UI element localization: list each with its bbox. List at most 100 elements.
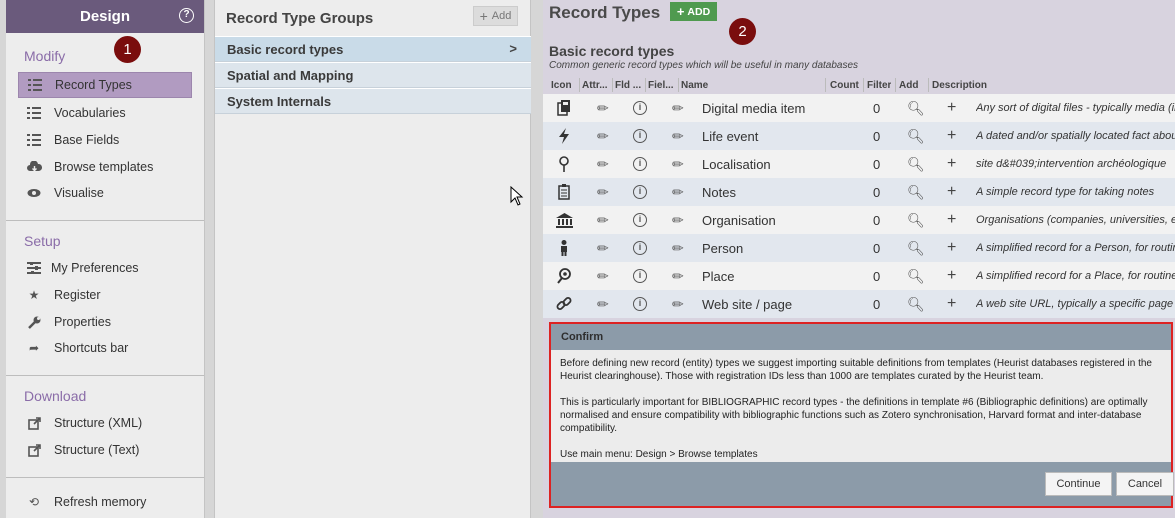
- add-record-type-button[interactable]: + ADD: [670, 2, 717, 21]
- col-header-count[interactable]: Count: [830, 80, 859, 91]
- preferences-icon: [26, 261, 42, 275]
- info-icon[interactable]: i: [633, 94, 647, 122]
- table-row[interactable]: ✏ i ✏ Life event 0 🔍︎ + A dated and/or s…: [543, 122, 1175, 150]
- info-icon[interactable]: i: [633, 234, 647, 262]
- search-icon[interactable]: 🔍︎: [907, 290, 925, 318]
- media-icon: [555, 94, 573, 122]
- add-group-button[interactable]: + Add: [473, 6, 518, 26]
- table-row[interactable]: ✏ i ✏ Digital media item 0 🔍︎ + Any sort…: [543, 94, 1175, 122]
- table-row[interactable]: ✏ i ✏ Notes 0 🔍︎ + A simple record type …: [543, 178, 1175, 206]
- col-header-add[interactable]: Add: [899, 80, 918, 91]
- search-icon[interactable]: 🔍︎: [907, 234, 925, 262]
- table-row[interactable]: ✏ i ✏ Place 0 🔍︎ + A simplified record f…: [543, 262, 1175, 290]
- sidebar-item-my-preferences[interactable]: My Preferences: [18, 255, 192, 281]
- info-icon[interactable]: i: [633, 150, 647, 178]
- search-icon[interactable]: 🔍︎: [907, 122, 925, 150]
- table-row[interactable]: ✏ i ✏ Localisation 0 🔍︎ + site d&#039;in…: [543, 150, 1175, 178]
- info-icon[interactable]: i: [633, 178, 647, 206]
- plus-icon[interactable]: +: [947, 206, 956, 234]
- eye-icon: [26, 186, 42, 200]
- confirm-dialog: Confirm Before defining new record (enti…: [549, 322, 1174, 508]
- col-header-attr[interactable]: Attr...: [582, 80, 614, 91]
- col-header-name[interactable]: Name: [681, 80, 708, 91]
- edit-attributes-icon[interactable]: ✏: [597, 178, 609, 206]
- sidebar-item-shortcuts-bar[interactable]: ➦ Shortcuts bar: [18, 335, 192, 361]
- sidebar-item-browse-templates[interactable]: Browse templates: [18, 154, 192, 180]
- sidebar-item-record-types[interactable]: Record Types: [18, 72, 192, 98]
- record-types-title: Record Types: [549, 3, 661, 22]
- refresh-icon: ⟲: [28, 495, 40, 509]
- sidebar-divider: [6, 477, 204, 478]
- section-download: Download: [24, 388, 87, 404]
- sidebar-item-vocabularies[interactable]: Vocabularies: [18, 100, 192, 126]
- info-icon[interactable]: i: [633, 122, 647, 150]
- wrench-icon: [26, 315, 42, 329]
- plus-icon[interactable]: +: [947, 150, 956, 178]
- col-header-icon[interactable]: Icon: [551, 80, 572, 91]
- edit-fields-icon[interactable]: ✏: [672, 94, 684, 122]
- record-count: 0: [873, 128, 881, 144]
- group-item-system-internals[interactable]: System Internals: [215, 88, 531, 114]
- institution-icon: [555, 206, 573, 234]
- record-type-name: Person: [702, 240, 744, 256]
- edit-fields-icon[interactable]: ✏: [672, 122, 684, 150]
- group-label: System Internals: [227, 93, 332, 109]
- dialog-title: Confirm: [551, 324, 1171, 350]
- plus-icon[interactable]: +: [947, 94, 956, 122]
- sidebar-item-refresh-memory[interactable]: ⟲ Refresh memory: [18, 489, 192, 515]
- plus-icon[interactable]: +: [947, 234, 956, 262]
- table-row[interactable]: ✏ i ✏ Organisation 0 🔍︎ + Organisations …: [543, 206, 1175, 234]
- col-header-filter[interactable]: Filter: [867, 80, 891, 91]
- group-label: Basic record types: [227, 41, 344, 57]
- sidebar-item-structure-xml[interactable]: Structure (XML): [18, 410, 192, 436]
- continue-button[interactable]: Continue: [1045, 472, 1112, 496]
- sidebar-item-structure-text[interactable]: Structure (Text): [18, 437, 192, 463]
- col-header-fields[interactable]: Fiel...: [648, 80, 680, 91]
- edit-attributes-icon[interactable]: ✏: [597, 206, 609, 234]
- search-icon[interactable]: 🔍︎: [907, 206, 925, 234]
- edit-fields-icon[interactable]: ✏: [672, 290, 684, 318]
- edit-fields-icon[interactable]: ✏: [672, 234, 684, 262]
- sidebar-item-label: Structure (Text): [54, 443, 140, 457]
- info-icon[interactable]: i: [633, 290, 647, 318]
- info-icon[interactable]: i: [633, 262, 647, 290]
- edit-fields-icon[interactable]: ✏: [672, 150, 684, 178]
- cancel-button[interactable]: Cancel: [1116, 472, 1174, 496]
- edit-fields-icon[interactable]: ✏: [672, 178, 684, 206]
- edit-fields-icon[interactable]: ✏: [672, 206, 684, 234]
- sidebar-item-properties[interactable]: Properties: [18, 309, 192, 335]
- record-type-groups-panel: Record Type Groups + Add Basic record ty…: [214, 0, 531, 518]
- col-header-description[interactable]: Description: [932, 80, 987, 91]
- group-item-spatial-and-mapping[interactable]: Spatial and Mapping: [215, 62, 531, 88]
- mouse-cursor-icon: [510, 186, 524, 206]
- design-sidebar: Design ? Modify Record Types Vocabularie…: [6, 0, 205, 518]
- star-icon: ★: [28, 288, 40, 302]
- plus-icon[interactable]: +: [947, 290, 956, 318]
- sidebar-item-label: Browse templates: [54, 160, 154, 174]
- edit-attributes-icon[interactable]: ✏: [597, 150, 609, 178]
- search-icon[interactable]: 🔍︎: [907, 178, 925, 206]
- edit-attributes-icon[interactable]: ✏: [597, 122, 609, 150]
- edit-attributes-icon[interactable]: ✏: [597, 94, 609, 122]
- table-header: Icon Attr... Fld ... Fiel... Name Count …: [543, 78, 1175, 94]
- edit-attributes-icon[interactable]: ✏: [597, 290, 609, 318]
- edit-attributes-icon[interactable]: ✏: [597, 262, 609, 290]
- search-icon[interactable]: 🔍︎: [907, 150, 925, 178]
- sidebar-item-visualise[interactable]: Visualise: [18, 180, 192, 206]
- col-header-fld[interactable]: Fld ...: [615, 80, 647, 91]
- plus-icon[interactable]: +: [947, 122, 956, 150]
- plus-icon[interactable]: +: [947, 262, 956, 290]
- edit-fields-icon[interactable]: ✏: [672, 262, 684, 290]
- info-icon[interactable]: i: [633, 206, 647, 234]
- sidebar-item-base-fields[interactable]: Base Fields: [18, 127, 192, 153]
- table-row[interactable]: ✏ i ✏ Person 0 🔍︎ + A simplified record …: [543, 234, 1175, 262]
- help-icon[interactable]: ?: [179, 8, 194, 23]
- record-type-description: A simplified record for a Place, for rou…: [976, 270, 1175, 282]
- plus-icon[interactable]: +: [947, 178, 956, 206]
- sidebar-item-register[interactable]: ★ Register: [18, 282, 192, 308]
- search-icon[interactable]: 🔍︎: [907, 262, 925, 290]
- edit-attributes-icon[interactable]: ✏: [597, 234, 609, 262]
- table-row[interactable]: ✏ i ✏ Web site / page 0 🔍︎ + A web site …: [543, 290, 1175, 318]
- search-icon[interactable]: 🔍︎: [907, 94, 925, 122]
- group-item-basic-record-types[interactable]: Basic record types >: [215, 36, 531, 62]
